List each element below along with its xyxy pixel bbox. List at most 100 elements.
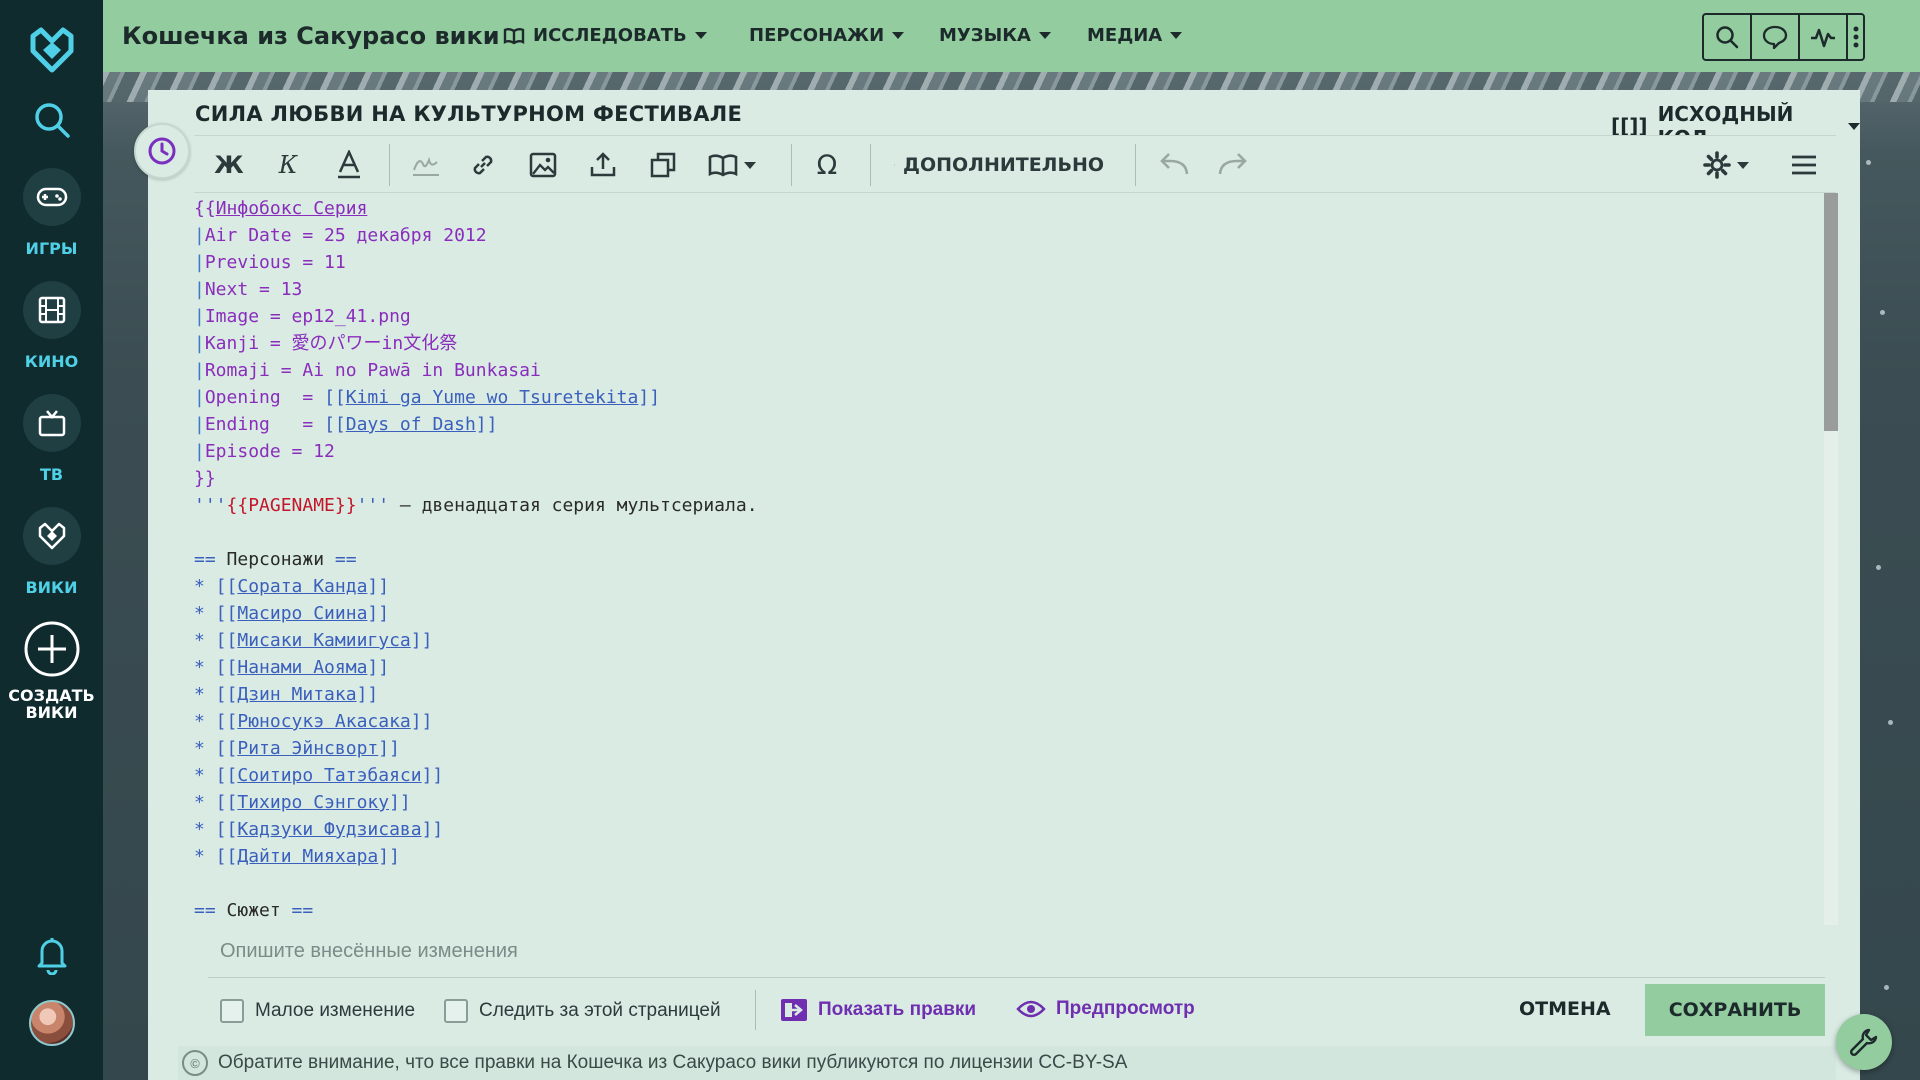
page-history-button[interactable] (134, 123, 190, 179)
background-star (1888, 720, 1893, 725)
tools-fab-button[interactable] (1836, 1014, 1892, 1070)
character-link: Дайти Мияхара (237, 846, 379, 867)
global-search-button[interactable] (0, 100, 103, 140)
image-button[interactable] (528, 136, 558, 194)
notifications-button[interactable] (0, 935, 103, 975)
param-romaji: Romaji = Ai no Pawā in Bunkasai (204, 360, 541, 381)
discussions-button[interactable] (1752, 15, 1800, 59)
fandom-logo-icon (30, 27, 73, 73)
param-episode: Episode = 12 (204, 441, 335, 462)
more-actions-button[interactable] (1848, 15, 1863, 59)
insert-dropdown-button[interactable] (704, 136, 760, 194)
wiki-title[interactable]: Кошечка из Сакурасо вики (122, 22, 500, 50)
recent-activity-button[interactable] (1800, 15, 1848, 59)
rail-item-movies[interactable]: КИНО (0, 281, 103, 370)
rail-item-create-wiki[interactable]: СОЗДАТЬ ВИКИ (0, 620, 103, 721)
character-list-item: * [[Рита Эйнсворт]] (194, 738, 400, 759)
clock-icon (148, 137, 176, 165)
nav-music[interactable]: МУЗЫКА (939, 25, 1051, 46)
editor-scrollbar-thumb[interactable] (1824, 193, 1838, 431)
chevron-down-icon (1848, 122, 1860, 130)
source-editor-textarea[interactable]: {{Инфобокс Серия |Air Date = 25 декабря … (194, 193, 1824, 925)
redo-button[interactable] (1215, 136, 1251, 194)
background-star (1880, 310, 1885, 315)
wrench-icon (1849, 1028, 1878, 1057)
user-avatar-button[interactable] (0, 1000, 103, 1046)
link-button[interactable] (468, 136, 498, 194)
text-style-button[interactable] (334, 136, 364, 194)
wiki-search-button[interactable] (1704, 15, 1752, 59)
show-changes-button[interactable]: Показать правки (780, 998, 976, 1022)
upload-button[interactable] (588, 136, 618, 194)
editor-toolbar: Ж К Ω ДОПОЛНИТЕЛЬНО (194, 135, 1836, 193)
nav-music-label: МУЗЫКА (939, 25, 1031, 46)
cancel-button[interactable]: ОТМЕНА (1519, 998, 1611, 1020)
preview-label: Предпросмотр (1056, 998, 1195, 1019)
character-list-item: * [[Соитиро Татэбаяси]] (194, 765, 444, 786)
wikis-icon (22, 507, 81, 565)
undo-icon (1160, 153, 1189, 175)
param-ending: Ending = (204, 414, 325, 435)
hamburger-menu-icon (1792, 155, 1816, 175)
character-list-item: * [[Нанами Аояма]] (194, 657, 390, 678)
character-list-item: * [[Мисаки Камиигуса]] (194, 630, 433, 651)
editor-settings-button[interactable] (1700, 136, 1752, 194)
param-previous: Previous = 11 (204, 252, 346, 273)
avatar (28, 1000, 75, 1046)
more-icon (1853, 26, 1858, 48)
minor-edit-checkbox[interactable]: Малое изменение (220, 999, 415, 1023)
bold-markup-close: ''' (356, 495, 390, 516)
advanced-label: ДОПОЛНИТЕЛЬНО (903, 154, 1104, 176)
ending-link: Days of Dash (345, 414, 476, 435)
rail-item-wikis[interactable]: ВИКИ (0, 507, 103, 596)
preview-button[interactable]: Предпросмотр (1016, 998, 1195, 1020)
character-link: Тихиро Сэнгоку (237, 792, 390, 813)
redo-icon (1218, 153, 1247, 175)
template-open: {{ (194, 198, 216, 219)
text-style-icon (338, 150, 360, 179)
pagename-magic-word: {{PAGENAME}} (226, 495, 357, 516)
diff-icon (781, 999, 807, 1021)
edit-summary-field[interactable] (208, 926, 1825, 978)
character-list-item: * [[Кадзуки Фудзисава]] (194, 819, 444, 840)
rail-item-games[interactable]: ИГРЫ (0, 168, 103, 257)
special-character-button[interactable]: Ω (810, 136, 844, 194)
gallery-button[interactable] (648, 136, 678, 194)
nav-explore[interactable]: ИССЛЕДОВАТЬ (503, 25, 707, 46)
bar-separator (755, 990, 756, 1030)
character-list-item: * [[Рюносукэ Акасака]] (194, 711, 433, 732)
minor-edit-label: Малое изменение (255, 1000, 416, 1021)
rail-label-create-wiki: СОЗДАТЬ ВИКИ (8, 687, 94, 721)
page-options-button[interactable] (1784, 136, 1824, 194)
rail-label-games: ИГРЫ (25, 239, 78, 258)
signature-button[interactable] (410, 136, 442, 194)
character-list-item: * [[Масиро Сиина]] (194, 603, 390, 624)
discussion-icon (1762, 25, 1788, 49)
template-name: Инфобокс Серия (215, 198, 368, 219)
bold-button[interactable]: Ж (214, 136, 244, 194)
save-button[interactable]: СОХРАНИТЬ (1645, 984, 1825, 1036)
license-notice: © Обратите внимание, что все правки на К… (178, 1046, 1836, 1080)
edit-summary-input[interactable] (208, 926, 1825, 977)
toolbar-separator (870, 144, 871, 186)
background-star (1876, 565, 1881, 570)
page-title: СИЛА ЛЮБВИ НА КУЛЬТУРНОМ ФЕСТИВАЛЕ (195, 102, 743, 126)
character-link: Нанами Аояма (237, 657, 368, 678)
opening-link: Kimi ga Yume wo Tsuretekita (345, 387, 639, 408)
book-icon (503, 27, 525, 44)
search-icon (1716, 26, 1739, 49)
nav-characters-label: ПЕРСОНАЖИ (749, 25, 885, 46)
fandom-logo[interactable] (0, 26, 103, 76)
nav-characters[interactable]: ПЕРСОНАЖИ (749, 25, 905, 46)
eye-icon (1016, 1000, 1046, 1018)
rail-item-tv[interactable]: ТВ (0, 394, 103, 483)
nav-media[interactable]: МЕДИА (1087, 25, 1183, 46)
advanced-button[interactable]: ДОПОЛНИТЕЛЬНО (894, 136, 1104, 194)
undo-button[interactable] (1156, 136, 1192, 194)
chevron-down-icon (744, 161, 756, 169)
nav-media-label: МЕДИА (1087, 25, 1163, 46)
watch-page-checkbox[interactable]: Следить за этой страницей (444, 999, 721, 1023)
gallery-icon (650, 152, 676, 178)
omega-label: Ω (816, 149, 838, 181)
italic-button[interactable]: К (273, 136, 303, 194)
